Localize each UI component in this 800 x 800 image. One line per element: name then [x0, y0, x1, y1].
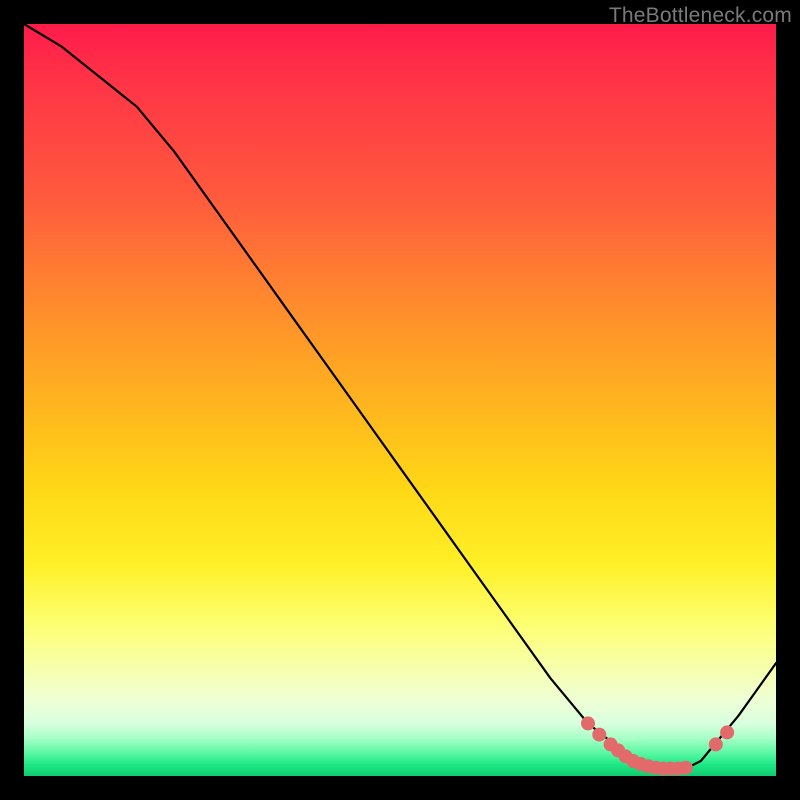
chart-frame: TheBottleneck.com: [0, 0, 800, 800]
highlight-dot: [720, 725, 734, 739]
curve-layer: [24, 24, 776, 776]
bottleneck-curve-path: [24, 24, 776, 769]
highlight-dot: [581, 716, 595, 730]
plot-area: [24, 24, 776, 776]
highlight-dot: [592, 728, 606, 742]
highlight-dot: [679, 761, 693, 775]
highlight-dot: [709, 737, 723, 751]
watermark-text: TheBottleneck.com: [609, 4, 792, 28]
